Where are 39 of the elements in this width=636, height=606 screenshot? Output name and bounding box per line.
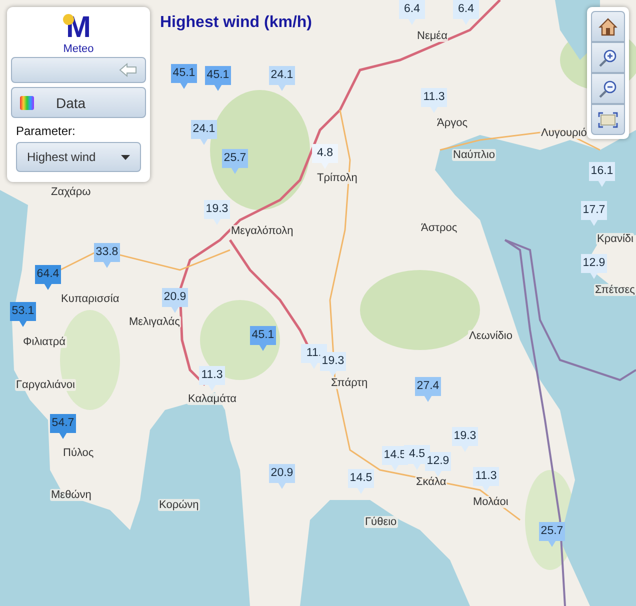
place-label: Λεωνίδιο xyxy=(468,330,514,342)
house-icon xyxy=(598,16,618,36)
place-label: Κυπαρισσία xyxy=(60,293,120,305)
zoom-extent-button[interactable] xyxy=(591,104,625,135)
place-label: Κρανίδι xyxy=(596,233,634,245)
logo-text: Meteo xyxy=(63,43,94,55)
zoom-out-button[interactable] xyxy=(591,73,625,104)
place-label: Μελιγαλάς xyxy=(128,316,181,328)
data-button[interactable]: Data xyxy=(11,87,146,118)
place-label: Σκάλα xyxy=(415,476,448,488)
place-label: Σπέτσες xyxy=(594,284,636,296)
place-label: Μολάοι xyxy=(472,496,510,508)
zoom-in-button[interactable] xyxy=(591,42,625,73)
place-label: Φιλιατρά xyxy=(22,336,66,348)
caret-icon xyxy=(121,154,130,160)
zoom-in-icon xyxy=(598,48,618,68)
place-label: Κορώνη xyxy=(158,499,200,511)
zoom-extent-icon xyxy=(598,112,618,128)
spectrum-icon xyxy=(20,96,34,110)
parameter-dropdown[interactable]: Highest wind xyxy=(16,142,141,172)
place-label: Μεθώνη xyxy=(50,489,92,501)
parameter-label: Parameter: xyxy=(15,124,76,138)
place-label: Καλαμάτα xyxy=(187,393,238,405)
arrow-left-icon xyxy=(119,63,137,77)
place-label: Γύθειο xyxy=(364,516,398,528)
place-label: Άργος xyxy=(436,117,469,129)
home-button[interactable] xyxy=(591,11,625,42)
place-label: Μεγαλόπολη xyxy=(230,225,294,237)
zoom-out-icon xyxy=(598,78,618,98)
map-title: Highest wind (km/h) xyxy=(160,14,312,32)
place-label: Νεμέα xyxy=(416,30,448,42)
place-label: Τρίπολη xyxy=(316,172,358,184)
place-label: Άστρος xyxy=(420,222,458,234)
place-label: Λυγουριό xyxy=(540,127,588,139)
place-label: Σπάρτη xyxy=(330,377,369,389)
place-label: Ναύπλιο xyxy=(452,149,496,161)
place-label: Ζαχάρω xyxy=(50,186,92,198)
place-label: Πύλος xyxy=(62,447,95,459)
place-label: Γαργαλιάνοι xyxy=(15,379,76,391)
